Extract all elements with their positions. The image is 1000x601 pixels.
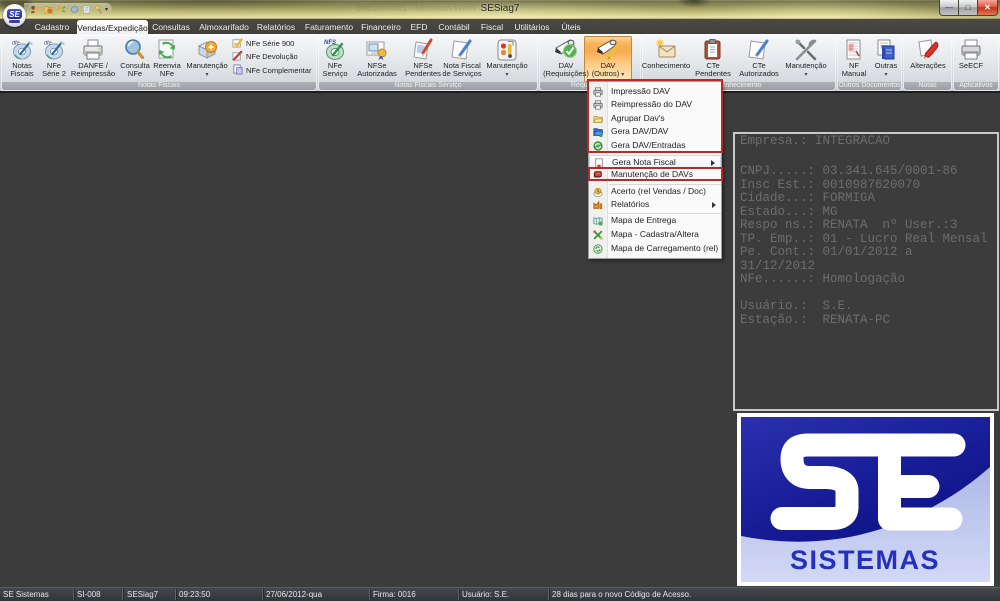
svg-text:NFS: NFS — [324, 40, 336, 46]
svg-text:SISTEMAS: SISTEMAS — [790, 545, 940, 575]
svg-text:dfe: dfe — [44, 41, 52, 47]
svg-text:dfe: dfe — [12, 41, 20, 47]
